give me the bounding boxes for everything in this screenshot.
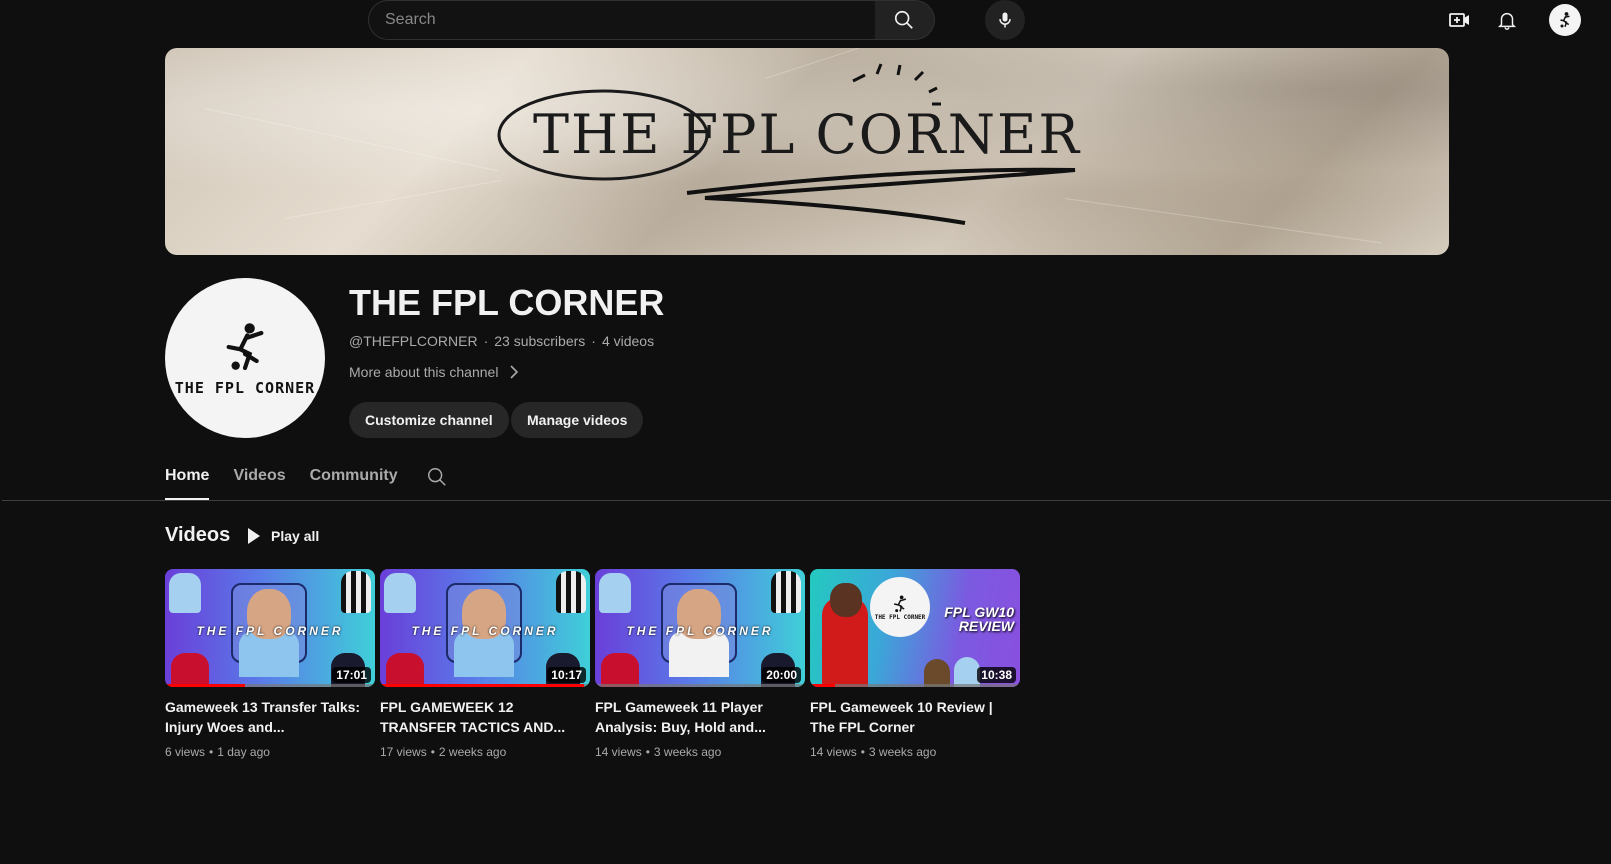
search-icon bbox=[428, 468, 446, 486]
view-count: 6 views bbox=[165, 745, 206, 759]
avatar-text: THE FPL CORNER bbox=[174, 379, 316, 397]
create-button[interactable] bbox=[1444, 4, 1476, 36]
video-duration: 10:17 bbox=[547, 667, 586, 683]
upload-age: 3 weeks ago bbox=[653, 745, 722, 759]
video-meta: 6 views • 1 day ago bbox=[165, 745, 375, 759]
video-duration: 20:00 bbox=[762, 667, 801, 683]
video-card[interactable]: THE FPL CORNER FPL GW10 REVIEW 10:38 FPL… bbox=[810, 569, 1020, 759]
thumbnail-text: THE FPL CORNER bbox=[626, 624, 774, 638]
thumbnail-text: THE FPL CORNER bbox=[196, 624, 344, 638]
banner-title: THE FPL CORNER bbox=[532, 103, 1082, 166]
subscriber-count: 23 subscribers bbox=[494, 333, 586, 349]
video-duration: 17:01 bbox=[332, 667, 371, 683]
channel-meta: @THEFPLCORNER · 23 subscribers · 4 video… bbox=[349, 333, 654, 349]
video-title[interactable]: FPL Gameweek 10 Review | The FPL Corner bbox=[810, 697, 1020, 737]
play-all-button[interactable]: Play all bbox=[247, 524, 319, 548]
channel-handle: @THEFPLCORNER bbox=[349, 333, 478, 349]
meta-separator: • bbox=[645, 745, 650, 759]
tabs-divider bbox=[2, 500, 1611, 501]
video-thumbnail[interactable]: THE FPL CORNER FPL GW10 REVIEW 10:38 bbox=[810, 569, 1020, 687]
thumbnail-logo: THE FPL CORNER bbox=[870, 577, 930, 637]
channel-banner: THE FPL CORNER bbox=[165, 48, 1449, 255]
tab-videos[interactable]: Videos bbox=[233, 457, 285, 500]
customize-channel-button[interactable]: Customize channel bbox=[349, 402, 509, 438]
thumbnail-headline-line1: FPL GW10 bbox=[944, 604, 1014, 620]
top-bar bbox=[0, 0, 1611, 40]
account-avatar[interactable] bbox=[1549, 4, 1581, 36]
video-thumbnail[interactable]: THE FPL CORNER 10:17 bbox=[380, 569, 590, 687]
search-box bbox=[368, 0, 935, 40]
video-thumbnail[interactable]: THE FPL CORNER 20:00 bbox=[595, 569, 805, 687]
thumbnail-headline-line2: REVIEW bbox=[958, 618, 1014, 634]
channel-name: THE FPL CORNER bbox=[349, 282, 665, 323]
channel-search-button[interactable] bbox=[426, 466, 448, 493]
video-meta: 14 views • 3 weeks ago bbox=[810, 745, 1020, 759]
play-all-label: Play all bbox=[271, 528, 320, 544]
meta-separator: • bbox=[209, 745, 214, 759]
video-title[interactable]: FPL Gameweek 11 Player Analysis: Buy, Ho… bbox=[595, 697, 805, 737]
meta-separator: · bbox=[591, 333, 596, 349]
player-logo-icon bbox=[226, 323, 264, 371]
upload-age: 3 weeks ago bbox=[868, 745, 937, 759]
thumbnail-headline: FPL GW10 REVIEW bbox=[944, 605, 1014, 633]
view-count: 14 views bbox=[810, 745, 857, 759]
player-logo-icon bbox=[894, 595, 907, 612]
manage-videos-button[interactable]: Manage videos bbox=[511, 402, 644, 438]
upload-age: 1 day ago bbox=[217, 745, 270, 759]
view-count: 14 views bbox=[595, 745, 642, 759]
more-about-label: More about this channel bbox=[349, 364, 499, 380]
view-count: 17 views bbox=[380, 745, 427, 759]
thumbnail-logo-text: THE FPL CORNER bbox=[874, 613, 926, 621]
video-meta: 14 views • 3 weeks ago bbox=[595, 745, 805, 759]
channel-avatar[interactable]: THE FPL CORNER bbox=[165, 278, 325, 438]
meta-separator: · bbox=[483, 333, 489, 349]
voice-search-button[interactable] bbox=[985, 0, 1025, 40]
create-video-icon bbox=[1449, 13, 1469, 27]
video-duration: 10:38 bbox=[977, 667, 1016, 683]
notifications-button[interactable] bbox=[1491, 4, 1523, 36]
player-logo-icon bbox=[1560, 12, 1570, 28]
more-about-link[interactable]: More about this channel bbox=[349, 364, 520, 380]
video-thumbnail[interactable]: THE FPL CORNER 17:01 bbox=[165, 569, 375, 687]
watch-progress-fill bbox=[810, 684, 836, 687]
meta-separator: • bbox=[860, 745, 865, 759]
tab-home[interactable]: Home bbox=[165, 457, 210, 500]
watch-progress-fill bbox=[380, 684, 584, 687]
meta-separator: • bbox=[430, 745, 435, 759]
tab-community[interactable]: Community bbox=[310, 457, 398, 500]
watch-progress-track bbox=[810, 684, 1020, 687]
mic-icon bbox=[999, 12, 1011, 28]
chevron-right-icon bbox=[510, 365, 519, 379]
video-card[interactable]: THE FPL CORNER 10:17 FPL GAMEWEEK 12 TRA… bbox=[380, 569, 590, 759]
bell-icon bbox=[1497, 12, 1517, 30]
video-title[interactable]: FPL GAMEWEEK 12 TRANSFER TACTICS AND... bbox=[380, 697, 590, 737]
search-icon bbox=[895, 10, 914, 29]
thumbnail-text: THE FPL CORNER bbox=[411, 624, 559, 638]
search-button[interactable] bbox=[874, 0, 935, 40]
video-card[interactable]: THE FPL CORNER 17:01 Gameweek 13 Transfe… bbox=[165, 569, 375, 759]
video-card[interactable]: THE FPL CORNER 20:00 FPL Gameweek 11 Pla… bbox=[595, 569, 805, 759]
upload-age: 2 weeks ago bbox=[438, 745, 507, 759]
video-count: 4 videos bbox=[601, 333, 655, 349]
section-title: Videos bbox=[165, 524, 231, 546]
watch-progress-track bbox=[595, 684, 805, 687]
search-input[interactable] bbox=[368, 0, 876, 40]
watch-progress-fill bbox=[165, 684, 245, 687]
channel-tabs: Home Videos Community bbox=[165, 457, 422, 500]
video-title[interactable]: Gameweek 13 Transfer Talks: Injury Woes … bbox=[165, 697, 375, 737]
video-meta: 17 views • 2 weeks ago bbox=[380, 745, 590, 759]
play-icon bbox=[248, 528, 260, 544]
